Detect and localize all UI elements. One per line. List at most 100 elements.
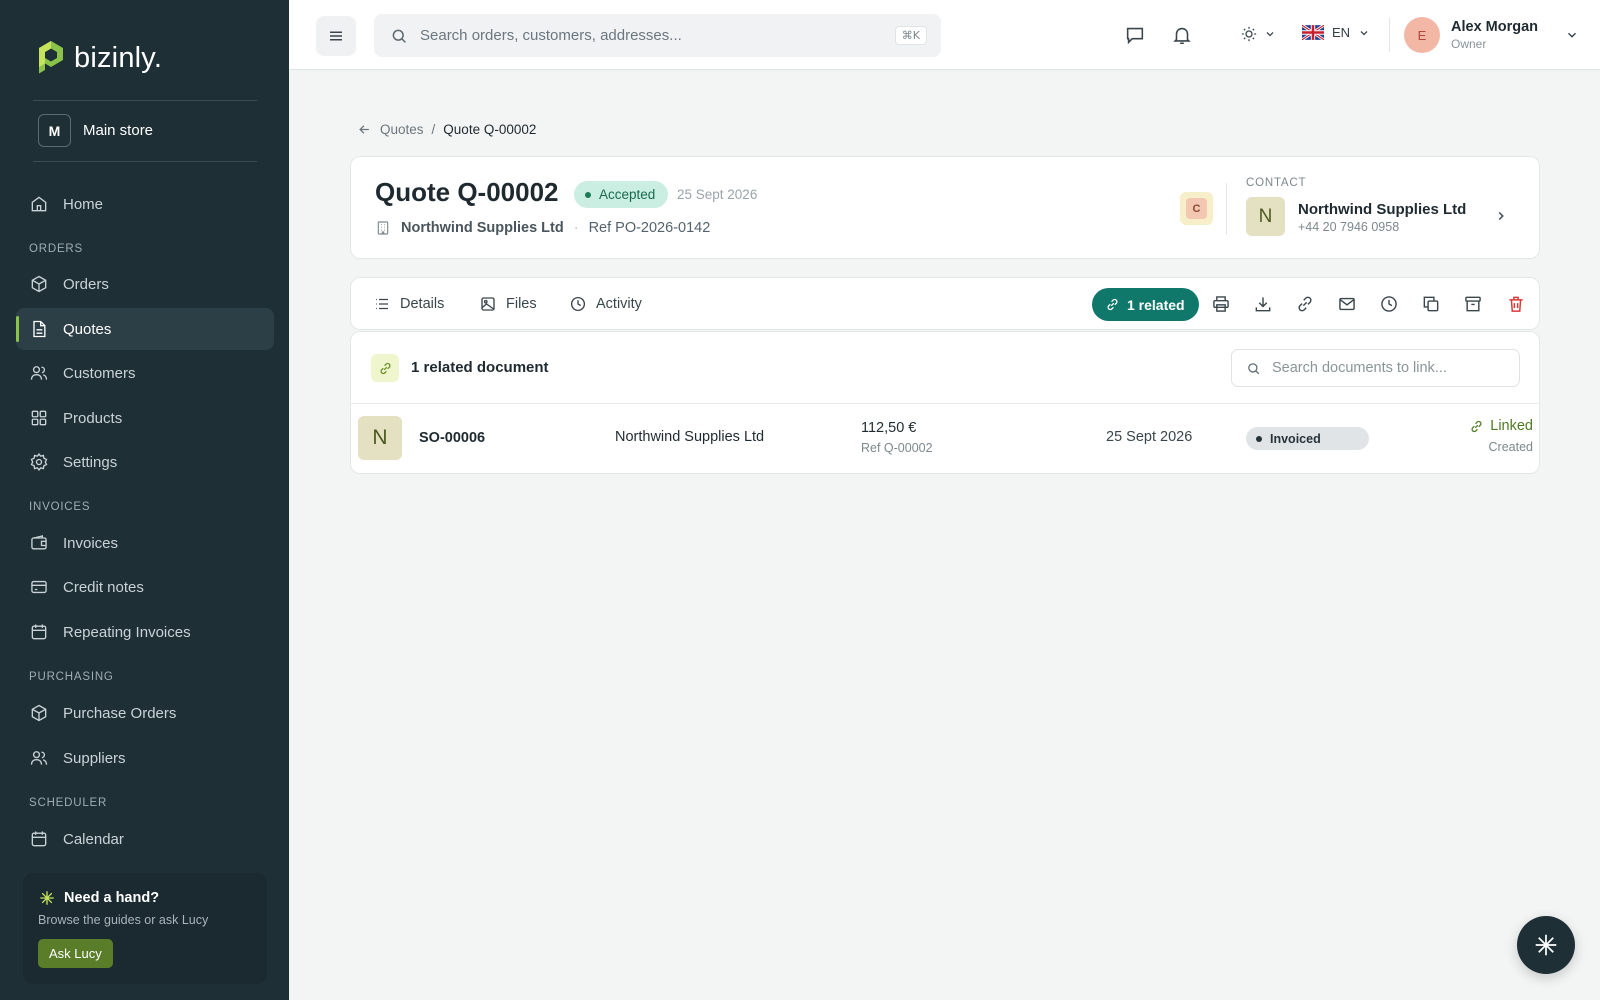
tab-files[interactable]: Files (479, 295, 537, 313)
user-menu[interactable]: E Alex Morgan Owner (1404, 17, 1579, 53)
row-customer: Northwind Supplies Ltd (615, 429, 765, 445)
row-link-status: Created (1488, 440, 1533, 454)
tabs-toolbar-card: Details Files Activity 1 related (350, 277, 1540, 330)
trash-icon[interactable] (1506, 294, 1526, 314)
related-header: 1 related document Search documents to l… (351, 332, 1539, 404)
row-linked-indicator[interactable]: Linked (1469, 418, 1533, 434)
hamburger-icon (330, 31, 342, 41)
grid-icon (31, 410, 47, 426)
sidebar-item-label: Purchase Orders (63, 704, 177, 722)
assistant-fab-button[interactable] (1517, 916, 1575, 974)
sidebar-item-label: Products (63, 409, 123, 427)
user-role: Owner (1451, 37, 1487, 51)
sidebar-item-invoices[interactable]: Invoices (16, 522, 274, 564)
sidebar-item-purchase-orders[interactable]: Purchase Orders (16, 692, 274, 734)
sidebar-item-label: Calendar (63, 830, 124, 848)
box-icon (31, 275, 47, 293)
sidebar-item-credit-notes[interactable]: Credit notes (16, 566, 274, 608)
sidebar-item-quotes[interactable]: Quotes (16, 308, 274, 350)
app-logo[interactable]: bizinly. (36, 40, 162, 76)
box-icon (31, 704, 47, 722)
row-reference: Ref Q-00002 (861, 441, 933, 455)
sidebar-divider (33, 161, 257, 162)
user-name: Alex Morgan (1451, 19, 1539, 35)
quote-badge-letter: C (1186, 198, 1207, 219)
clock-icon[interactable] (1379, 294, 1399, 314)
sidebar-item-suppliers[interactable]: Suppliers (16, 737, 274, 779)
quote-company[interactable]: Northwind Supplies Ltd (401, 220, 564, 236)
help-card: Need a hand? Browse the guides or ask Lu… (23, 873, 267, 984)
sidebar-item-label: Home (63, 195, 104, 213)
page-title: Quote Q-00002 (375, 177, 559, 207)
status-badge: Invoiced (1246, 427, 1369, 450)
status-dot (585, 191, 591, 198)
menu-button[interactable] (316, 16, 356, 56)
tab-label: Files (506, 296, 537, 312)
sidebar-item-repeating-invoices[interactable]: Repeating Invoices (16, 611, 274, 653)
user-info: Alex Morgan Owner (1451, 19, 1538, 51)
building-icon (377, 221, 389, 235)
bizinly-logo-icon (39, 41, 63, 74)
mail-icon[interactable] (1337, 294, 1357, 314)
sidebar-item-home[interactable]: Home (16, 183, 274, 225)
arrow-left-icon[interactable] (357, 122, 372, 137)
link-icon (380, 362, 390, 374)
global-search-input[interactable]: Search orders, customers, addresses... ⌘… (374, 14, 941, 57)
sidebar-item-label: Suppliers (63, 749, 126, 767)
sidebar-item-customers[interactable]: Customers (16, 352, 274, 394)
contact-phone: +44 20 7946 0958 (1298, 220, 1400, 234)
related-search-input[interactable]: Search documents to link... (1231, 349, 1520, 387)
tab-details[interactable]: Details (373, 295, 444, 313)
search-icon (1248, 362, 1260, 374)
contact-name[interactable]: Northwind Supplies Ltd (1298, 201, 1466, 218)
sidebar-item-settings[interactable]: Settings (16, 441, 274, 483)
section-label-invoices: INVOICES (29, 501, 91, 513)
quote-date: 25 Sept 2026 (677, 187, 758, 202)
contact-avatar: N (1246, 197, 1285, 236)
help-title: Need a hand? (64, 890, 160, 906)
related-title: 1 related document (411, 359, 549, 376)
language-selector[interactable]: EN (1302, 25, 1370, 40)
row-amount: 112,50 € (861, 420, 917, 436)
calendar-icon (31, 624, 47, 640)
status-badge: Accepted (574, 181, 669, 208)
contact-label: CONTACT (1246, 177, 1307, 189)
copy-icon[interactable] (1421, 294, 1441, 314)
breadcrumb-link-quotes[interactable]: Quotes (380, 122, 424, 137)
sparkle-icon (40, 891, 54, 905)
quote-header-card: Quote Q-00002 Accepted 25 Sept 2026 Nort… (350, 156, 1540, 259)
related-link-badge (371, 354, 399, 382)
store-badge: M (38, 114, 71, 147)
sidebar-divider (33, 100, 257, 101)
chevron-down-icon (1360, 30, 1368, 35)
clock-icon (570, 296, 586, 312)
related-button[interactable]: 1 related (1092, 288, 1199, 321)
breadcrumb-separator: / (431, 122, 436, 137)
quote-badge[interactable]: C (1180, 192, 1213, 225)
row-linked-label: Linked (1490, 418, 1533, 434)
link-icon[interactable] (1295, 294, 1315, 314)
download-icon[interactable] (1253, 294, 1273, 314)
users-icon (30, 366, 48, 380)
bell-icon[interactable] (1171, 24, 1193, 46)
sidebar-item-orders[interactable]: Orders (16, 263, 274, 305)
sidebar-item-label: Credit notes (63, 578, 144, 596)
chat-icon[interactable] (1124, 24, 1146, 46)
sidebar-item-label: Orders (63, 275, 109, 293)
sidebar-item-label: Quotes (63, 320, 112, 338)
tab-activity[interactable]: Activity (569, 295, 642, 313)
archive-icon[interactable] (1463, 294, 1483, 314)
ask-lucy-button[interactable]: Ask Lucy (38, 939, 113, 968)
row-document-number[interactable]: SO-00006 (419, 430, 485, 446)
chevron-right-icon[interactable] (1494, 209, 1508, 223)
sidebar-item-products[interactable]: Products (16, 397, 274, 439)
theme-toggle[interactable] (1240, 25, 1276, 43)
sidebar-item-calendar[interactable]: Calendar (16, 818, 274, 860)
contact-divider (1226, 183, 1227, 235)
tab-label: Details (400, 296, 445, 312)
print-icon[interactable] (1211, 294, 1231, 314)
store-switcher[interactable]: M Main store (38, 114, 153, 147)
quote-subtitle: Northwind Supplies Ltd · Ref PO-2026-014… (375, 220, 710, 236)
users-icon (30, 751, 48, 765)
language-code: EN (1332, 25, 1351, 40)
